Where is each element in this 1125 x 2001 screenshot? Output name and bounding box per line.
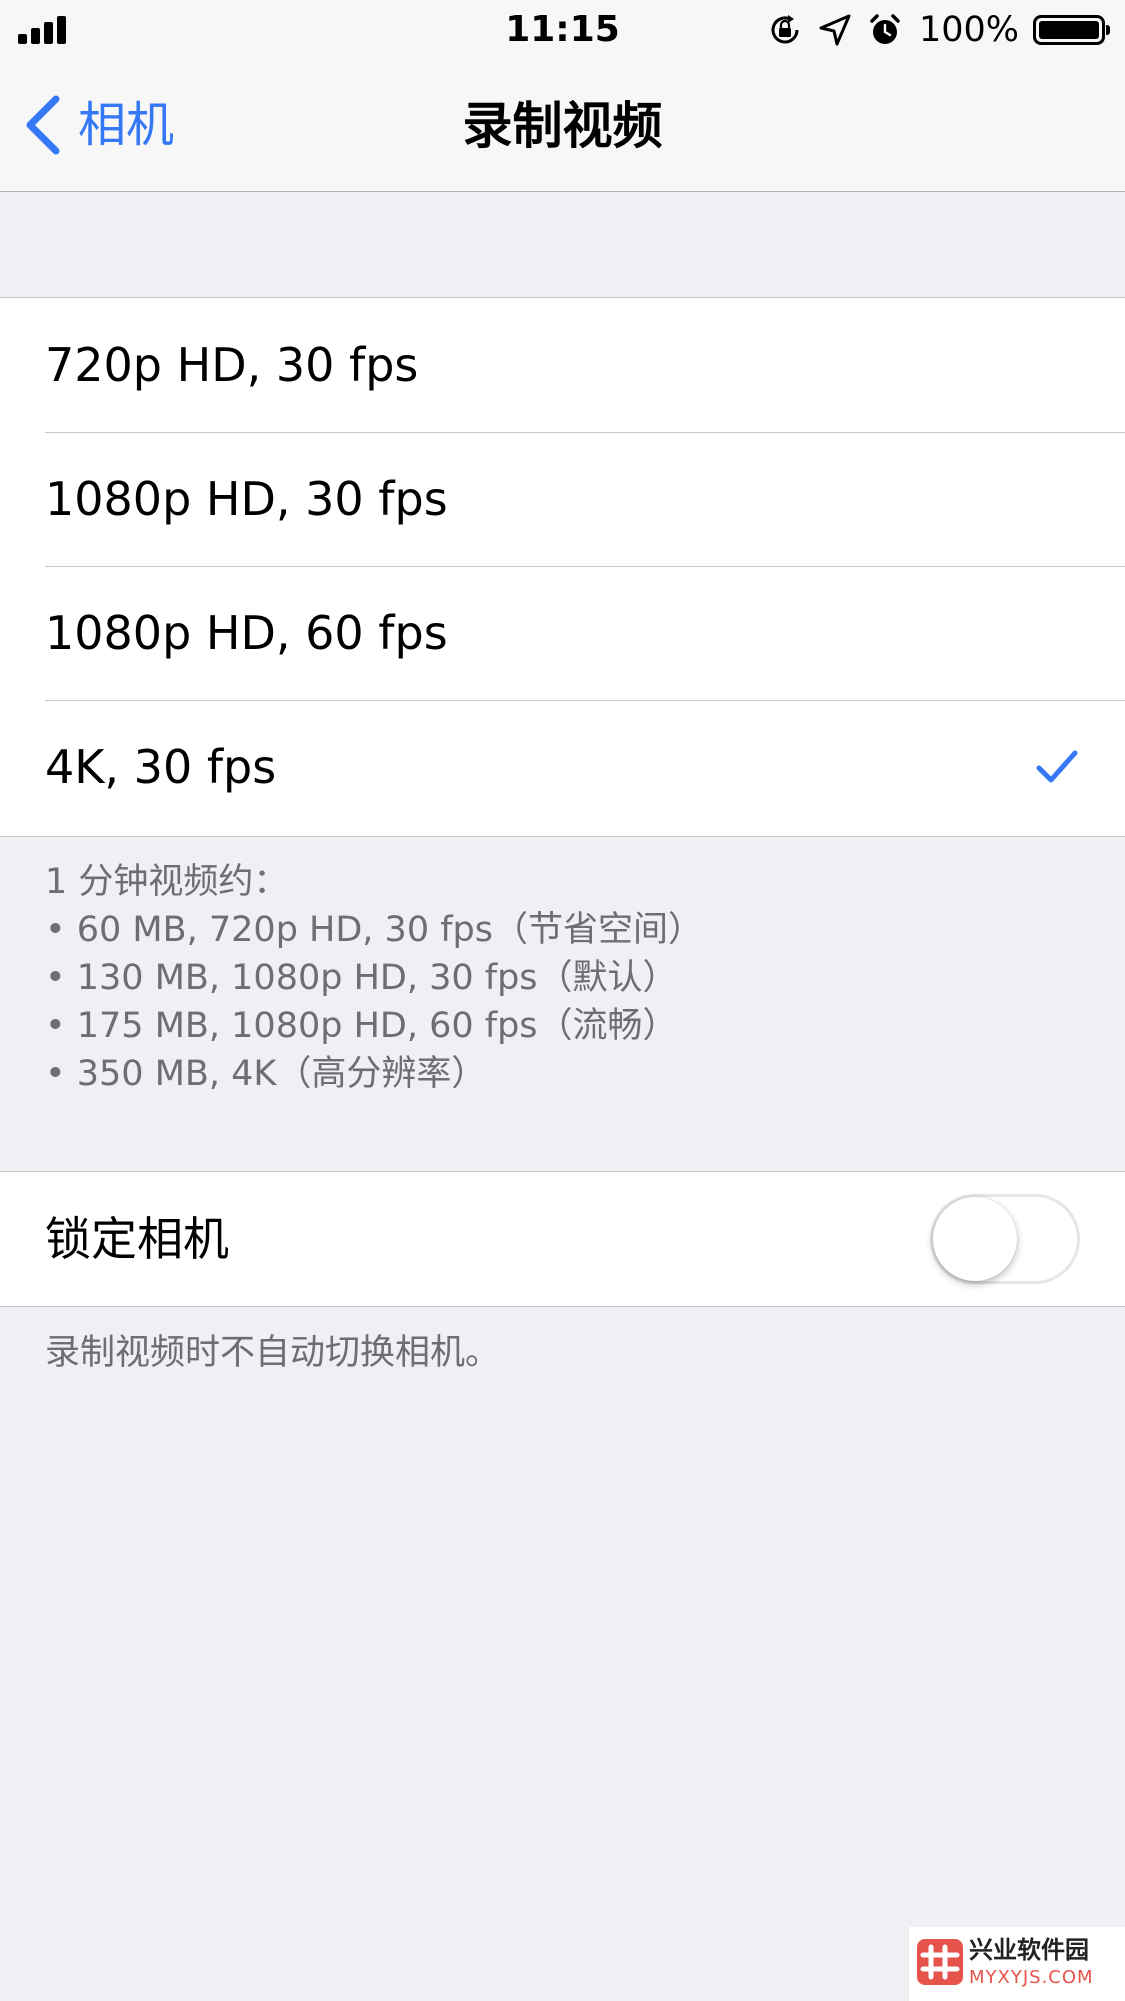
- checkmark-icon: [1036, 750, 1078, 783]
- option-label: 720p HD, 30 fps: [45, 338, 419, 392]
- video-format-list: 720p HD, 30 fps 1080p HD, 30 fps 1080p H…: [0, 297, 1125, 837]
- option-4k-30fps[interactable]: 4K, 30 fps: [0, 700, 1125, 834]
- watermark: 兴业软件园 MYXYJS.COM: [909, 1927, 1125, 2001]
- option-label: 4K, 30 fps: [45, 740, 277, 794]
- watermark-logo-icon: [917, 1939, 963, 1985]
- option-720p-30fps[interactable]: 720p HD, 30 fps: [0, 298, 1125, 432]
- size-info-heading: 1 分钟视频约：: [45, 862, 289, 902]
- option-1080p-60fps[interactable]: 1080p HD, 60 fps: [0, 566, 1125, 700]
- size-info-line: • 60 MB, 720p HD, 30 fps（节省空间）: [45, 910, 703, 950]
- option-label: 1080p HD, 30 fps: [45, 472, 448, 526]
- lock-camera-row: 锁定相机: [0, 1172, 1125, 1306]
- battery-fill: [1039, 21, 1099, 39]
- lock-camera-footer: 录制视频时不自动切换相机。: [45, 1333, 501, 1373]
- lock-camera-group: 锁定相机: [0, 1171, 1125, 1307]
- size-info-line: • 175 MB, 1080p HD, 60 fps（流畅）: [45, 1006, 678, 1046]
- toggle-knob: [933, 1197, 1017, 1281]
- page-title: 录制视频: [462, 97, 663, 155]
- battery-icon: [1033, 15, 1110, 45]
- alarm-icon: [870, 14, 900, 44]
- option-1080p-30fps[interactable]: 1080p HD, 30 fps: [0, 432, 1125, 566]
- watermark-name: 兴业软件园: [969, 1936, 1089, 1964]
- size-info-line: • 350 MB, 4K（高分辨率）: [45, 1054, 487, 1094]
- option-label: 1080p HD, 60 fps: [45, 606, 448, 660]
- lock-camera-toggle[interactable]: [930, 1194, 1080, 1284]
- battery-percentage: 100%: [918, 10, 1019, 50]
- lock-camera-label: 锁定相机: [45, 1212, 229, 1266]
- video-size-info: 1 分钟视频约： • 60 MB, 720p HD, 30 fps（节省空间） …: [45, 858, 1085, 1098]
- location-icon: [819, 14, 851, 46]
- navigation-bar: 相机 录制视频: [0, 60, 1125, 192]
- size-info-line: • 130 MB, 1080p HD, 30 fps（默认）: [45, 958, 678, 998]
- orientation-lock-icon: [771, 15, 799, 44]
- status-bar: 11:15 100%: [0, 0, 1125, 60]
- watermark-url: MYXYJS.COM: [969, 1967, 1094, 1988]
- status-icons: 100%: [767, 6, 1111, 54]
